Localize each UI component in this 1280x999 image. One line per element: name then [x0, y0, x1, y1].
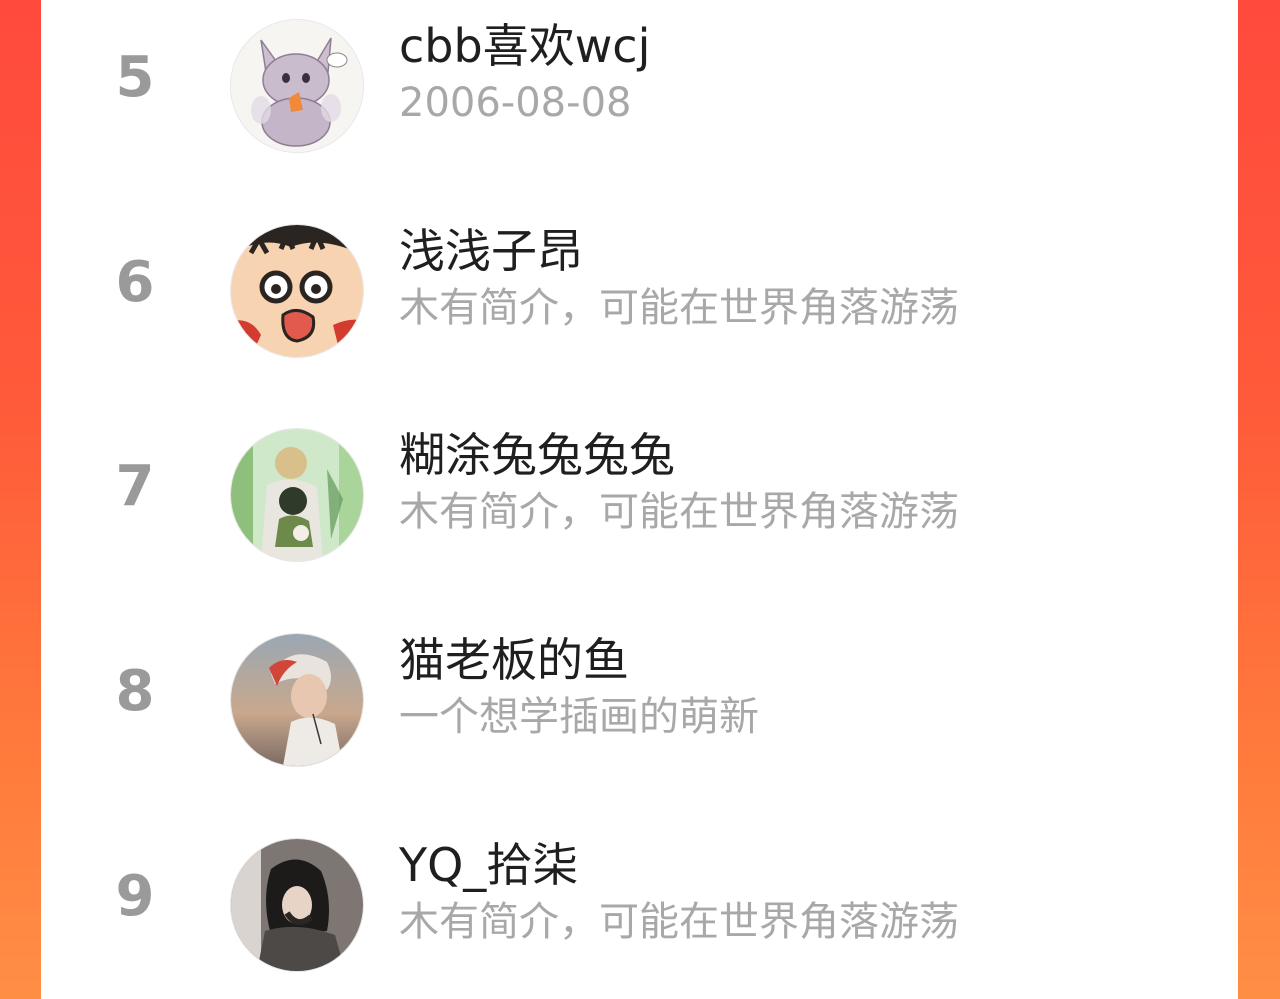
anime-couple-forest-avatar-icon — [231, 429, 363, 561]
user-desc: 一个想学插画的萌新 — [399, 694, 759, 740]
rank-number: 6 — [115, 250, 155, 315]
avatar[interactable] — [231, 225, 363, 357]
avatar[interactable] — [231, 839, 363, 971]
user-name[interactable]: 浅浅子昂 — [399, 223, 583, 279]
cartoon-cat-avatar-icon — [231, 20, 363, 152]
user-name[interactable]: YQ_拾柒 — [399, 837, 578, 893]
ranking-list: 5 cbb喜欢wcj 2006-08-08 6 浅浅子昂 木有简介，可能在世界角… — [41, 0, 1238, 999]
user-desc: 木有简介，可能在世界角落游荡 — [399, 285, 959, 331]
dark-hair-girl-avatar-icon — [231, 839, 363, 971]
list-item[interactable]: 7 糊涂兔兔兔兔 木有简介，可能在世界角落游荡 — [41, 417, 1238, 561]
user-name[interactable]: 猫老板的鱼 — [399, 632, 629, 688]
list-item[interactable]: 9 YQ_拾柒 木有简介，可能在世界角落游荡 — [41, 827, 1238, 971]
user-desc: 2006-08-08 — [399, 80, 632, 126]
list-item[interactable]: 5 cbb喜欢wcj 2006-08-08 — [41, 8, 1238, 152]
avatar[interactable] — [231, 20, 363, 152]
user-desc: 木有简介，可能在世界角落游荡 — [399, 489, 959, 535]
crayon-shinchan-avatar-icon — [231, 225, 363, 357]
avatar[interactable] — [231, 634, 363, 766]
ranking-frame: 5 cbb喜欢wcj 2006-08-08 6 浅浅子昂 木有简介，可能在世界角… — [0, 0, 1280, 999]
list-item[interactable]: 8 猫老板的鱼 一个想学插画的萌新 — [41, 622, 1238, 766]
avatar[interactable] — [231, 429, 363, 561]
rank-number: 5 — [115, 45, 155, 110]
user-desc: 木有简介，可能在世界角落游荡 — [399, 899, 959, 945]
user-name[interactable]: cbb喜欢wcj — [399, 18, 650, 74]
user-name[interactable]: 糊涂兔兔兔兔 — [399, 427, 675, 483]
list-item[interactable]: 6 浅浅子昂 木有简介，可能在世界角落游荡 — [41, 213, 1238, 357]
rank-number: 8 — [115, 659, 155, 724]
rank-number: 7 — [115, 454, 155, 519]
red-hair-boy-avatar-icon — [231, 634, 363, 766]
rank-number: 9 — [115, 864, 155, 929]
